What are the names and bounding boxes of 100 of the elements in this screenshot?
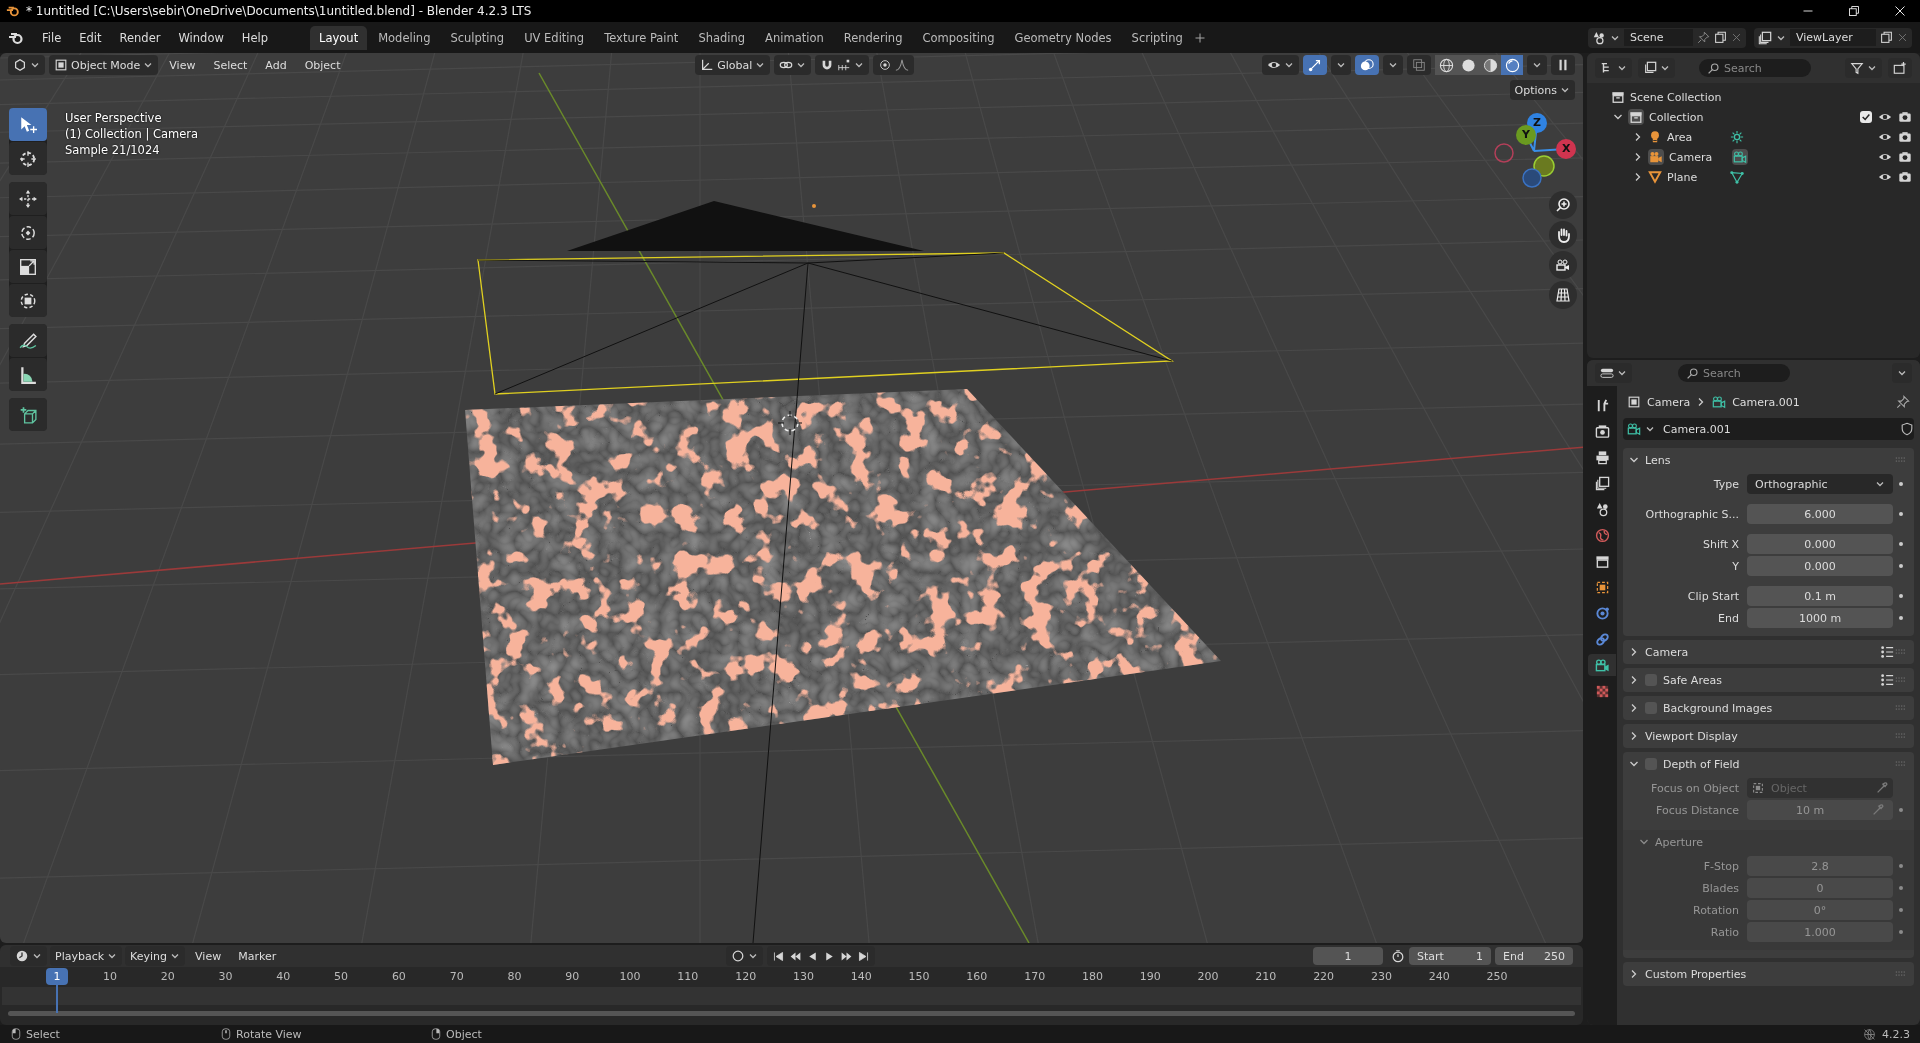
outliner-row[interactable]: Collection	[1587, 107, 1920, 127]
filter-mode-dropdown[interactable]	[1638, 58, 1675, 78]
chevron-right-icon[interactable]	[1629, 731, 1639, 741]
panel-header[interactable]: Viewport Display	[1623, 724, 1914, 748]
3d-viewport[interactable]: Object Mode View Select Add Object Global Options User Perspective (1) Collection | Camera Sample 21/1024 Z Y X	[0, 53, 1583, 943]
list-icon[interactable]	[1880, 645, 1894, 659]
end-frame-field[interactable]: End 250	[1495, 947, 1573, 965]
workspace-tab[interactable]: Layout	[310, 25, 368, 50]
menu-item[interactable]: Marker	[231, 947, 284, 965]
filter-dropdown[interactable]	[1845, 58, 1882, 78]
record-button[interactable]	[726, 946, 764, 966]
view-layer-selector[interactable]: ViewLayer	[1754, 27, 1912, 48]
options-dropdown[interactable]	[1892, 363, 1912, 383]
scrollbar[interactable]	[8, 1011, 1575, 1016]
orientation-dropdown[interactable]: Global	[695, 55, 771, 75]
tool-button[interactable]	[9, 182, 47, 215]
zoom-button[interactable]	[1549, 191, 1577, 219]
current-frame-field[interactable]: 1	[1313, 947, 1383, 965]
proportional-edit-button[interactable]	[873, 55, 915, 75]
keyframe-dot[interactable]	[1899, 482, 1903, 486]
start-frame-field[interactable]: Start 1	[1409, 947, 1491, 965]
menu-item[interactable]: Edit	[71, 27, 110, 48]
chevron-down-icon[interactable]	[1629, 455, 1639, 465]
jump-start-icon[interactable]	[772, 949, 786, 963]
search-field[interactable]: Search	[1678, 364, 1790, 382]
panel-header[interactable]: Background Images	[1623, 696, 1914, 720]
scene-selector[interactable]: Scene	[1588, 27, 1746, 48]
pause-button[interactable]	[1551, 55, 1575, 75]
editor-type-button[interactable]	[1595, 363, 1632, 383]
pan-button[interactable]	[1549, 221, 1577, 249]
overlays-toggle[interactable]	[1355, 55, 1379, 75]
shading-mode-button[interactable]	[1501, 55, 1523, 75]
workspace-tab[interactable]: Animation	[756, 25, 833, 50]
chevron-right-icon[interactable]	[1629, 647, 1639, 657]
new-collection-button[interactable]	[1888, 58, 1912, 78]
search-field[interactable]: Search	[1699, 59, 1811, 77]
menu-dropdown[interactable]: Playback	[50, 946, 123, 966]
display-mode-dropdown[interactable]	[1595, 58, 1632, 78]
number-field[interactable]: 6.000	[1747, 504, 1893, 524]
workspace-tab[interactable]: Texture Paint	[595, 25, 688, 50]
tool-button[interactable]	[9, 284, 47, 317]
shading-mode-button[interactable]	[1479, 55, 1501, 75]
editor-type-button[interactable]	[10, 946, 47, 966]
workspace-tab[interactable]: Shading	[689, 25, 755, 50]
panel-header[interactable]: Camera	[1623, 640, 1914, 664]
chevron-right-icon[interactable]	[1633, 132, 1643, 142]
properties-tab[interactable]	[1588, 654, 1616, 676]
menu-item[interactable]: File	[34, 27, 70, 48]
chevron-right-icon[interactable]	[1633, 172, 1643, 182]
tool-button[interactable]	[9, 250, 47, 283]
number-field[interactable]: 1000 m	[1747, 608, 1893, 628]
number-field[interactable]: 0.1 m	[1747, 586, 1893, 606]
menu-item[interactable]: Object	[297, 56, 348, 74]
menu-item[interactable]: Add	[258, 56, 294, 74]
outliner-row[interactable]: Scene Collection	[1587, 87, 1920, 107]
menu-item[interactable]: View	[188, 947, 229, 965]
workspace-tab[interactable]: Scripting	[1122, 25, 1192, 50]
playhead-handle[interactable]: 1	[46, 968, 68, 985]
number-field[interactable]: 0.000	[1747, 556, 1893, 576]
editor-type-button[interactable]	[8, 55, 45, 75]
snap-button[interactable]	[815, 55, 870, 75]
menu-item[interactable]: Render	[111, 27, 169, 48]
dropdown[interactable]: Orthographic	[1747, 474, 1893, 494]
overlays-dropdown[interactable]	[1383, 55, 1403, 75]
outliner-row[interactable]: Camera	[1587, 147, 1920, 167]
tool-button[interactable]	[9, 398, 47, 431]
chevron-right-icon[interactable]	[1633, 152, 1643, 162]
checkbox[interactable]	[1860, 111, 1872, 123]
chevron-right-icon[interactable]	[1629, 703, 1639, 713]
camera-view-button[interactable]	[1549, 251, 1577, 279]
menu-item[interactable]: Window	[170, 27, 232, 48]
mode-dropdown[interactable]: Object Mode	[49, 55, 159, 75]
workspace-tab[interactable]: Sculpting	[441, 25, 514, 50]
pivot-dropdown[interactable]	[774, 55, 812, 75]
previous-keyframe-icon[interactable]	[789, 949, 803, 963]
datablock-field[interactable]: Camera.001	[1623, 418, 1914, 440]
keyframe-dot[interactable]	[1899, 564, 1903, 568]
panel-header[interactable]: Custom Properties	[1623, 962, 1914, 986]
projection-button[interactable]	[1549, 281, 1577, 309]
keyframe-dot[interactable]	[1899, 542, 1903, 546]
visibility-dropdown[interactable]	[1262, 55, 1299, 75]
chevron-right-icon[interactable]	[1629, 675, 1639, 685]
workspace-tab[interactable]: Modeling	[369, 25, 440, 50]
shading-mode-button[interactable]	[1435, 55, 1457, 75]
keyframe-dot[interactable]	[1899, 594, 1903, 598]
tool-button[interactable]	[9, 142, 47, 175]
chevron-right-icon[interactable]	[1629, 969, 1639, 979]
tool-button[interactable]	[9, 216, 47, 249]
camera-wireframe[interactable]	[477, 201, 1175, 943]
number-field[interactable]: 0.000	[1747, 534, 1893, 554]
xray-toggle[interactable]	[1407, 55, 1431, 75]
shading-dropdown[interactable]	[1527, 55, 1547, 75]
chevron-down-icon[interactable]	[1613, 112, 1623, 122]
tool-button[interactable]	[9, 108, 47, 141]
workspace-tab[interactable]: UV Editing	[515, 25, 594, 50]
workspace-tab[interactable]: Geometry Nodes	[1005, 25, 1121, 50]
workspace-tab[interactable]: Compositing	[913, 25, 1004, 50]
panel-header[interactable]: Safe Areas	[1623, 668, 1914, 692]
menu-item[interactable]: Select	[206, 56, 255, 74]
menu-dropdown[interactable]: Keying	[125, 946, 186, 966]
